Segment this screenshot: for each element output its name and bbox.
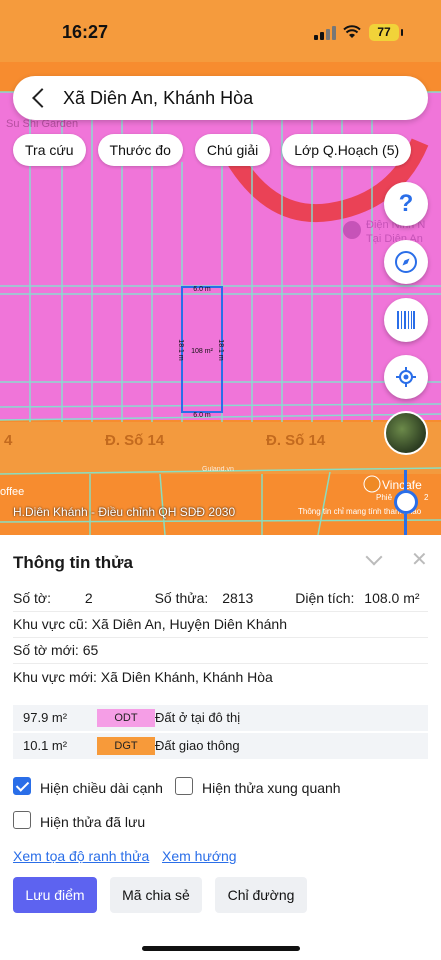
locate-icon bbox=[396, 367, 416, 387]
show-saved-checkbox[interactable] bbox=[13, 811, 31, 829]
new-area-value: Xã Diên Khánh, Khánh Hòa bbox=[100, 669, 273, 685]
land-use-area: 10.1 m² bbox=[23, 738, 68, 753]
new-sheet-row: Số tờ mới: 65 bbox=[13, 642, 98, 658]
show-saved-label: Hiện thửa đã lưu bbox=[40, 814, 146, 830]
battery-indicator: 77 bbox=[369, 24, 403, 41]
home-indicator bbox=[142, 946, 300, 951]
map-view[interactable]: 6.0 m 6.0 m 108 m² 18.1 m 18.1 m 4 Đ. Số… bbox=[0, 62, 441, 535]
compass-button[interactable] bbox=[384, 240, 428, 284]
compass-icon bbox=[395, 251, 417, 273]
show-surrounding-label: Hiện thửa xung quanh bbox=[202, 780, 341, 796]
share-code-button[interactable]: Mã chia sẻ bbox=[110, 877, 202, 913]
chip-chu-giai[interactable]: Chú giải bbox=[194, 134, 271, 166]
land-use-row: 10.1 m² DGT Đất giao thông bbox=[13, 733, 428, 759]
new-area-label: Khu vực mới: bbox=[13, 669, 97, 685]
satellite-layer-toggle[interactable] bbox=[384, 411, 428, 455]
old-area-value: Xã Diên An, Huyện Diên Khánh bbox=[91, 616, 287, 632]
map-canvas: 6.0 m 6.0 m 108 m² 18.1 m 18.1 m 4 Đ. Số… bbox=[0, 91, 441, 535]
so-thua-value: 2813 bbox=[222, 590, 254, 606]
help-icon: ? bbox=[398, 190, 414, 217]
opacity-slider-handle[interactable] bbox=[394, 490, 418, 514]
plot-bottom-length: 6.0 m bbox=[193, 412, 211, 419]
signal-icon bbox=[314, 26, 336, 40]
close-icon[interactable]: ✕ bbox=[411, 547, 428, 572]
barcode-icon bbox=[397, 311, 415, 329]
land-use-desc: Đất giao thông bbox=[155, 738, 240, 753]
new-area-row: Khu vực mới: Xã Diên Khánh, Khánh Hòa bbox=[13, 669, 273, 685]
plot-area-label: 108 m² bbox=[191, 348, 213, 355]
status-bar: 16:27 77 bbox=[0, 0, 441, 62]
show-edges-checkbox[interactable] bbox=[13, 777, 31, 795]
old-area-row: Khu vực cũ: Xã Diên An, Huyện Diên Khánh bbox=[13, 616, 287, 632]
land-use-code-badge: DGT bbox=[97, 737, 155, 755]
plot-right-length: 18.1 m bbox=[217, 339, 224, 361]
dien-tich-value: 108.0 m² bbox=[364, 590, 420, 606]
show-surrounding-checkbox[interactable] bbox=[175, 777, 193, 795]
plot-left-length: 18.1 m bbox=[177, 339, 184, 361]
view-direction-link[interactable]: Xem hướng bbox=[162, 848, 237, 864]
so-thua-label: Số thửa: bbox=[154, 590, 209, 606]
map-plan-caption: H.Diên Khánh - Điều chỉnh QH SDĐ 2030 bbox=[13, 505, 236, 519]
so-to-label: Số tờ: bbox=[13, 590, 51, 606]
land-use-area: 97.9 m² bbox=[23, 710, 68, 725]
parcel-info-panel: Thông tin thửa ✕ Số tờ: 2 Số thửa: 2813 … bbox=[0, 535, 441, 960]
place-label-coffee: offee bbox=[0, 486, 24, 498]
cafe-pin-icon bbox=[363, 475, 381, 493]
place-label-phien-num: 2 bbox=[424, 493, 429, 502]
panel-title: Thông tin thửa bbox=[13, 553, 133, 572]
map-watermark: Guland.vn bbox=[202, 466, 234, 473]
new-sheet-label: Số tờ mới: bbox=[13, 642, 79, 658]
land-use-code-badge: ODT bbox=[97, 709, 155, 727]
directions-button[interactable]: Chỉ đường bbox=[215, 877, 307, 913]
locate-button[interactable] bbox=[384, 355, 428, 399]
search-location-text[interactable]: Xã Diên An, Khánh Hòa bbox=[63, 88, 253, 109]
place-pin-icon bbox=[343, 221, 361, 239]
barcode-button[interactable] bbox=[384, 298, 428, 342]
wifi-icon bbox=[343, 25, 361, 38]
so-to-value: 2 bbox=[84, 590, 93, 606]
back-arrow-icon[interactable] bbox=[32, 88, 52, 108]
map-tool-chips: Tra cứu Thước đo Chú giải Lớp Q.Hoạch (5… bbox=[13, 134, 412, 166]
chip-thuoc-do[interactable]: Thước đo bbox=[97, 134, 183, 166]
land-use-desc: Đất ở tại đô thị bbox=[155, 710, 241, 725]
save-point-button[interactable]: Lưu điểm bbox=[13, 877, 97, 913]
road-label-left: 4 bbox=[4, 432, 13, 449]
help-button[interactable]: ? bbox=[384, 182, 428, 226]
road-label-mid: Đ. Số 14 bbox=[105, 432, 165, 449]
land-use-row: 97.9 m² ODT Đất ở tại đô thị bbox=[13, 705, 428, 731]
place-label-phien: Phiê bbox=[376, 493, 393, 502]
parcel-summary-row: Số tờ: 2 Số thửa: 2813 Diện tích: 108.0 … bbox=[13, 590, 420, 606]
status-time: 16:27 bbox=[62, 22, 109, 42]
show-edges-label: Hiện chiều dài cạnh bbox=[40, 780, 163, 796]
collapse-chevron-icon[interactable] bbox=[365, 548, 383, 566]
new-sheet-value: 65 bbox=[82, 642, 99, 658]
chip-lop-quy-hoach[interactable]: Lớp Q.Hoạch (5) bbox=[282, 134, 412, 166]
old-area-label: Khu vực cũ: bbox=[13, 616, 88, 632]
search-bar[interactable]: Xã Diên An, Khánh Hòa bbox=[13, 76, 428, 120]
view-coords-link[interactable]: Xem tọa độ ranh thửa bbox=[13, 848, 149, 864]
plot-top-length: 6.0 m bbox=[193, 286, 211, 293]
road-label-right: Đ. Số 14 bbox=[266, 432, 326, 449]
dien-tich-label: Diện tích: bbox=[295, 590, 355, 606]
chip-tra-cuu[interactable]: Tra cứu bbox=[13, 134, 86, 166]
